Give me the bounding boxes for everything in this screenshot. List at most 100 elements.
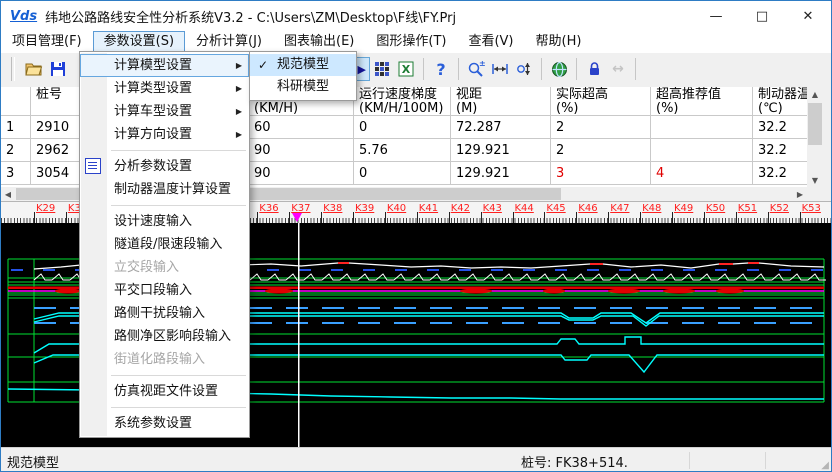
column-header-6[interactable]: 超高推荐值(%) xyxy=(651,87,753,116)
table-cell[interactable]: 32.2 xyxy=(753,162,807,185)
column-header-7[interactable]: 制动器温度(℃) xyxy=(753,87,807,116)
table-cell[interactable]: 90 xyxy=(249,162,354,185)
open-project-icon xyxy=(25,61,43,77)
table-cell[interactable]: 4 xyxy=(651,162,753,185)
scroll-up-icon[interactable]: ▲ xyxy=(807,87,823,101)
menu-item-analysis-params[interactable]: 分析参数设置 xyxy=(80,155,249,178)
ruler-major-tick xyxy=(353,212,354,223)
column-unit: (℃) xyxy=(758,102,807,116)
table-cell[interactable]: 72.287 xyxy=(451,116,551,139)
svg-text:±: ± xyxy=(479,60,485,68)
menubar-item-project[interactable]: 项目管理(F) xyxy=(1,31,93,53)
ruler-major-tick xyxy=(672,212,673,223)
ruler-label: K29 xyxy=(36,204,55,214)
ruler-label: K45 xyxy=(546,204,565,214)
toolbar-grip[interactable] xyxy=(11,57,15,81)
table-cell[interactable] xyxy=(651,139,753,162)
app-logo-icon: Vds xyxy=(10,9,37,24)
ruler-label: K41 xyxy=(419,204,438,214)
menu-item-brake-temp[interactable]: 制动器温度计算设置 xyxy=(80,178,249,201)
scroll-left-icon[interactable]: ◀ xyxy=(1,187,15,201)
menu-item-interchange[interactable]: 立交段输入 xyxy=(80,256,249,279)
menu-item-calc-direction[interactable]: 计算方向设置▶ xyxy=(80,123,249,146)
open-project-button[interactable] xyxy=(22,57,46,81)
ruler-major-tick xyxy=(449,212,450,223)
menu-item-tunnel-limit[interactable]: 隧道段/限速段输入 xyxy=(80,233,249,256)
pan-button[interactable]: ↔ xyxy=(606,57,630,81)
column-title: 视距 xyxy=(456,88,547,102)
menu-item-roadside-interference[interactable]: 路侧干扰段输入 xyxy=(80,302,249,325)
ruler-major-tick xyxy=(481,212,482,223)
ruler-major-tick xyxy=(385,212,386,223)
menu-item-design-speed[interactable]: 设计速度输入 xyxy=(80,210,249,233)
row-number-cell[interactable]: 2 xyxy=(1,139,31,162)
submenu-item-standard-model[interactable]: ✓规范模型 xyxy=(250,54,356,76)
table-cell[interactable] xyxy=(651,116,753,139)
column-header-3[interactable]: 运行速度梯度(KM/H/100M) xyxy=(354,87,451,116)
close-button[interactable]: ✕ xyxy=(785,1,831,31)
table-cell[interactable]: 5.76 xyxy=(354,139,451,162)
menu-item-calc-vehicle[interactable]: 计算车型设置▶ xyxy=(80,100,249,123)
row-number-cell[interactable]: 3 xyxy=(1,162,31,185)
calc-model-submenu: ✓规范模型科研模型 xyxy=(249,51,357,101)
menubar-item-graphic-ops[interactable]: 图形操作(T) xyxy=(365,31,457,53)
table-cell[interactable]: 2 xyxy=(551,139,651,162)
submenu-item-research-model[interactable]: 科研模型 xyxy=(250,76,356,98)
measure-horizontal-icon xyxy=(491,61,509,77)
vertical-scroll-thumb[interactable] xyxy=(808,103,822,145)
menubar-item-params[interactable]: 参数设置(S) xyxy=(93,31,185,53)
excel-export-button[interactable]: X xyxy=(394,57,418,81)
ruler-major-tick xyxy=(800,212,801,223)
menu-item-sim-sight[interactable]: 仿真视距文件设置 xyxy=(80,380,249,403)
menu-separator xyxy=(111,150,246,151)
menu-item-street-section[interactable]: 街道化路段输入 xyxy=(80,348,249,371)
maximize-button[interactable]: □ xyxy=(739,1,785,31)
menu-item-calc-model[interactable]: 计算模型设置▶ xyxy=(80,54,249,77)
help-button[interactable]: ? xyxy=(429,57,453,81)
resize-grip-icon[interactable]: ◢ xyxy=(821,460,829,471)
menu-item-label: 立交段输入 xyxy=(114,260,179,275)
menu-item-system-params[interactable]: 系统参数设置 xyxy=(80,412,249,435)
table-cell[interactable]: 129.921 xyxy=(451,139,551,162)
scroll-right-icon[interactable]: ▶ xyxy=(793,187,807,201)
toolbar-group-right: s▶X?±↔ xyxy=(346,57,641,81)
column-title: 超高推荐值 xyxy=(656,88,749,102)
column-header-4[interactable]: 视距(M) xyxy=(451,87,551,116)
menubar-item-chart-output[interactable]: 图表输出(E) xyxy=(273,31,365,53)
zoom-range-button[interactable]: ± xyxy=(464,57,488,81)
scroll-down-icon[interactable]: ▼ xyxy=(807,173,823,187)
lock-button[interactable] xyxy=(582,57,606,81)
save-button[interactable] xyxy=(46,57,70,81)
status-bar: 规范模型 桩号: FK38+514. ◢ xyxy=(1,447,831,472)
table-cell[interactable]: 129.921 xyxy=(451,162,551,185)
table-cell[interactable]: 90 xyxy=(249,139,354,162)
table-cell[interactable]: 3 xyxy=(551,162,651,185)
table-vertical-scrollbar[interactable]: ▲ ▼ xyxy=(807,87,823,187)
minimize-button[interactable]: — xyxy=(693,1,739,31)
column-header-0[interactable] xyxy=(1,87,31,116)
menu-item-roadside-clearzone[interactable]: 路侧净区影响段输入 xyxy=(80,325,249,348)
submenu-item-label: 科研模型 xyxy=(277,79,329,94)
menu-item-calc-type[interactable]: 计算类型设置▶ xyxy=(80,77,249,100)
table-cell[interactable]: 0 xyxy=(354,116,451,139)
table-cell[interactable]: 0 xyxy=(354,162,451,185)
menu-item-intersection[interactable]: 平交口段输入 xyxy=(80,279,249,302)
menubar-item-view[interactable]: 查看(V) xyxy=(457,31,524,53)
menu-item-label: 街道化路段输入 xyxy=(114,352,205,367)
table-cell[interactable]: 60 xyxy=(249,116,354,139)
table-cell[interactable]: 32.2 xyxy=(753,116,807,139)
chart-grid-button[interactable] xyxy=(370,57,394,81)
column-header-5[interactable]: 实际超高(%) xyxy=(551,87,651,116)
table-cell[interactable]: 2 xyxy=(551,116,651,139)
web-globe-button[interactable] xyxy=(547,57,571,81)
ruler-major-tick xyxy=(289,212,290,223)
measure-vertical-button[interactable] xyxy=(512,57,536,81)
menubar-item-analysis[interactable]: 分析计算(J) xyxy=(185,31,273,53)
menubar-item-help[interactable]: 帮助(H) xyxy=(525,31,593,53)
save-icon xyxy=(50,61,66,77)
row-number-cell[interactable]: 1 xyxy=(1,116,31,139)
measure-horizontal-button[interactable] xyxy=(488,57,512,81)
station-cursor-line xyxy=(298,223,300,447)
table-cell[interactable]: 32.2 xyxy=(753,139,807,162)
ruler-major-tick xyxy=(544,212,545,223)
